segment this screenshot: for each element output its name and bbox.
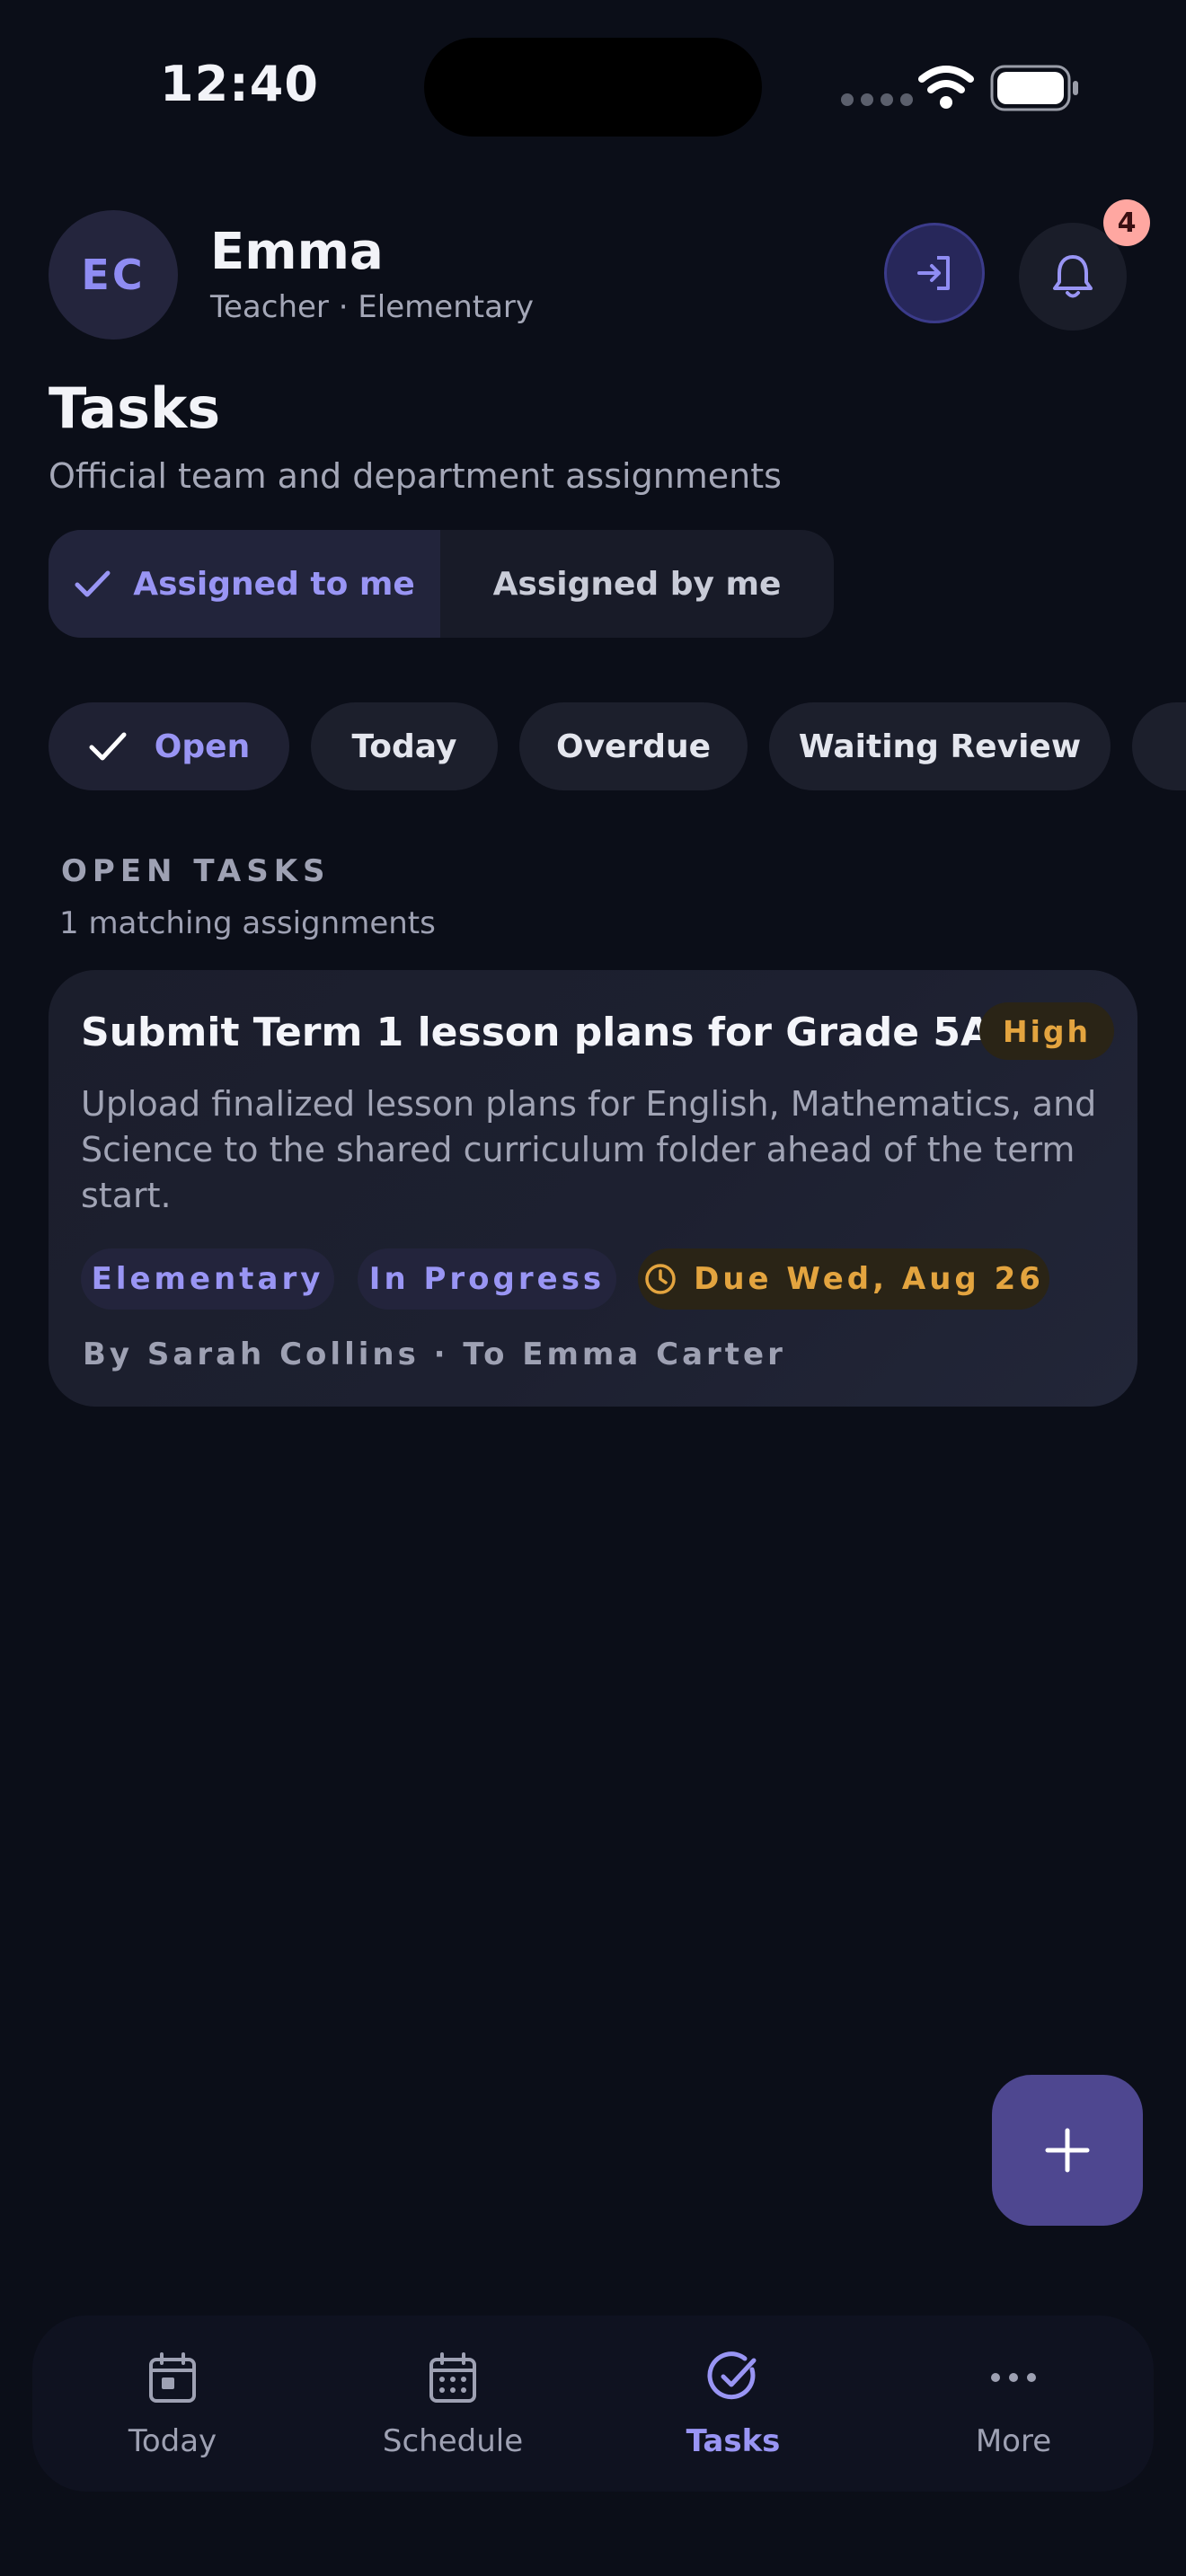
bell-icon (1053, 255, 1093, 298)
status-tag: In Progress (358, 1248, 616, 1310)
clock-icon (643, 1262, 677, 1296)
calendar-grid-icon (428, 2346, 478, 2409)
tab-assigned-by-me[interactable]: Assigned by me (440, 530, 834, 638)
page-title: Tasks (49, 375, 221, 441)
tab-label: Assigned by me (492, 565, 782, 603)
department-tag: Elementary (81, 1248, 334, 1310)
nav-item-tasks[interactable]: Tasks (593, 2316, 873, 2492)
notification-badge: 4 (1103, 199, 1150, 246)
section-title: OPEN TASKS (61, 853, 331, 889)
page-subtitle: Official team and department assignments (49, 456, 782, 496)
plus-icon (1045, 2128, 1090, 2173)
nav-item-schedule[interactable]: Schedule (313, 2316, 593, 2492)
priority-badge: High (979, 1002, 1115, 1060)
nav-label: More (975, 2423, 1052, 2459)
wifi-icon (918, 66, 974, 109)
section-count: 1 matching assignments (59, 905, 436, 941)
user-name: Emma (210, 223, 384, 281)
bottom-navigation: Today Schedule Tasks More (32, 2316, 1154, 2492)
check-icon (74, 569, 111, 599)
check-icon (88, 730, 128, 763)
tab-label: Assigned to me (133, 565, 415, 603)
cellular-signal-icon (841, 93, 913, 106)
chip-label: Open (154, 728, 251, 765)
nav-label: Tasks (686, 2423, 781, 2459)
check-circle-icon (705, 2346, 761, 2409)
assignment-segmented-control: Assigned to me Assigned by me (49, 530, 834, 638)
sign-in-icon (917, 256, 950, 290)
nav-label: Today (128, 2423, 217, 2459)
sign-in-button[interactable] (884, 223, 985, 323)
nav-item-today[interactable]: Today (32, 2316, 313, 2492)
due-date-tag: Due Wed, Aug 26 (638, 1248, 1049, 1310)
filter-chip-more[interactable] (1132, 702, 1186, 790)
filter-chip-today[interactable]: Today (311, 702, 498, 790)
more-dots-icon (988, 2346, 1039, 2409)
battery-icon (990, 65, 1078, 111)
task-description: Upload finalized lesson plans for Englis… (81, 1084, 1097, 1215)
dynamic-island (424, 38, 762, 137)
tab-assigned-to-me[interactable]: Assigned to me (49, 530, 440, 638)
task-card[interactable]: Submit Term 1 lesson plans for Grade 5A … (49, 970, 1137, 1407)
nav-item-more[interactable]: More (873, 2316, 1154, 2492)
filter-chip-overdue[interactable]: Overdue (519, 702, 748, 790)
filter-chip-waiting-review[interactable]: Waiting Review (769, 702, 1111, 790)
task-title: Submit Term 1 lesson plans for Grade 5A (81, 1010, 992, 1055)
user-role: Teacher · Elementary (210, 289, 535, 325)
task-meta: By Sarah Collins · To Emma Carter (83, 1337, 786, 1372)
avatar[interactable]: EC (49, 210, 178, 340)
add-task-button[interactable] (992, 2075, 1143, 2226)
calendar-today-icon (147, 2346, 198, 2409)
status-time: 12:40 (160, 56, 319, 112)
filter-chip-open[interactable]: Open (49, 702, 289, 790)
due-date-label: Due Wed, Aug 26 (694, 1261, 1044, 1297)
nav-label: Schedule (382, 2423, 524, 2459)
